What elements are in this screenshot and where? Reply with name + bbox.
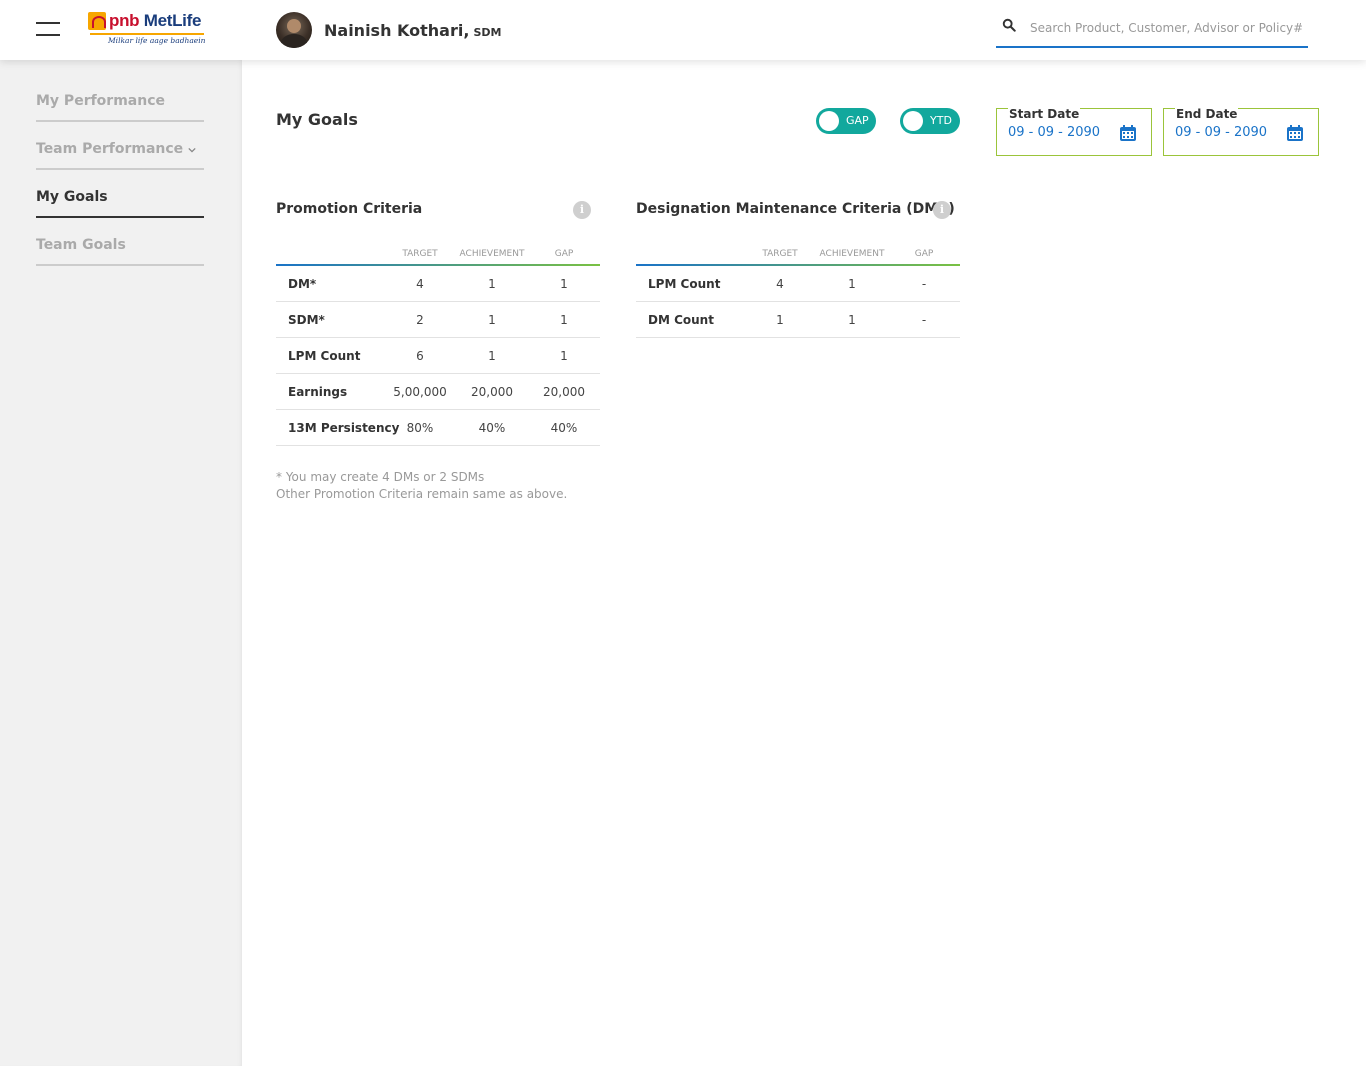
row-label: 13M Persistency xyxy=(288,421,400,435)
logo-tagline: Milkar life aage badhaein xyxy=(108,36,206,45)
achievement-cell: 1 xyxy=(488,313,496,327)
calendar-icon[interactable] xyxy=(1119,124,1137,142)
end-date-value[interactable]: 09 - 09 - 2090 xyxy=(1175,125,1267,140)
row-label: DM Count xyxy=(648,313,714,327)
gap-cell: 1 xyxy=(560,349,568,363)
column-header-gap: GAP xyxy=(554,249,574,259)
achievement-cell: 20,000 xyxy=(471,385,513,399)
logo-brand-prefix: pnb xyxy=(109,11,140,30)
gap-toggle[interactable]: GAP xyxy=(816,108,876,134)
start-date-field[interactable]: Start Date 09 - 09 - 2090 xyxy=(996,107,1152,156)
sidebar-item-label: Team Goals xyxy=(36,237,126,253)
end-date-field[interactable]: End Date 09 - 09 - 2090 xyxy=(1163,107,1319,156)
achievement-cell: 1 xyxy=(848,313,856,327)
gap-cell: - xyxy=(921,313,927,327)
table-row: LPM Count 6 1 1 xyxy=(276,338,600,374)
table-row: DM Count 1 1 - xyxy=(636,302,960,338)
info-icon[interactable]: i xyxy=(933,201,951,219)
table-row: SDM* 2 1 1 xyxy=(276,302,600,338)
dmc-title: Designation Maintenance Criteria (DMC) xyxy=(636,201,955,217)
calendar-icon[interactable] xyxy=(1286,124,1304,142)
start-date-value[interactable]: 09 - 09 - 2090 xyxy=(1008,125,1100,140)
table-row: DM* 4 1 1 xyxy=(276,266,600,302)
user-info: Nainish Kothari, SDM xyxy=(276,12,501,48)
top-header: pnb MetLife Milkar life aage badhaein Na… xyxy=(0,0,1366,60)
footnote-line-1: * You may create 4 DMs or 2 SDMs xyxy=(276,470,485,484)
column-header-gap: GAP xyxy=(914,249,934,259)
user-role: SDM xyxy=(473,25,502,39)
row-label: SDM* xyxy=(288,313,325,327)
hamburger-menu-icon[interactable] xyxy=(36,20,60,38)
toggle-label: YTD xyxy=(930,114,952,127)
target-cell: 4 xyxy=(416,277,424,291)
footnote-line-2: Other Promotion Criteria remain same as … xyxy=(276,487,568,501)
row-label: LPM Count xyxy=(288,349,361,363)
table-header: TARGET ACHIEVEMENT GAP xyxy=(636,246,960,264)
end-date-label: End Date xyxy=(1175,107,1239,121)
column-header-target: TARGET xyxy=(402,249,438,259)
promotion-footnote: * You may create 4 DMs or 2 SDMs Other P… xyxy=(276,469,567,503)
achievement-cell: 40% xyxy=(478,421,506,435)
target-cell: 4 xyxy=(776,277,784,291)
search-bar xyxy=(996,10,1308,48)
row-label: LPM Count xyxy=(648,277,721,291)
promotion-criteria-title: Promotion Criteria xyxy=(276,201,423,217)
column-header-target: TARGET xyxy=(762,249,798,259)
chevron-down-icon xyxy=(188,147,196,153)
pnb-metlife-logo[interactable]: pnb MetLife Milkar life aage badhaein xyxy=(88,10,208,50)
gap-cell: 1 xyxy=(560,313,568,327)
achievement-cell: 1 xyxy=(848,277,856,291)
target-cell: 1 xyxy=(776,313,784,327)
table-row: 13M Persistency 80% 40% 40% xyxy=(276,410,600,446)
search-input[interactable] xyxy=(1030,17,1302,39)
logo-mark-icon xyxy=(88,12,106,30)
sidebar-item-label: My Performance xyxy=(36,93,166,109)
sidebar-item-my-performance[interactable]: My Performance xyxy=(36,90,204,122)
sidebar-item-my-goals[interactable]: My Goals xyxy=(36,186,204,218)
row-label: DM* xyxy=(288,277,317,291)
target-cell: 80% xyxy=(406,421,434,435)
sidebar-item-team-goals[interactable]: Team Goals xyxy=(36,234,204,266)
toggle-knob xyxy=(819,111,839,131)
gap-cell: - xyxy=(921,277,927,291)
table-header: TARGET ACHIEVEMENT GAP xyxy=(276,246,600,264)
achievement-cell: 1 xyxy=(488,349,496,363)
user-name: Nainish Kothari, xyxy=(324,20,470,40)
page-title: My Goals xyxy=(276,110,358,129)
achievement-cell: 1 xyxy=(488,277,496,291)
sidebar: My Performance Team Performance My Goals… xyxy=(0,60,242,1066)
search-icon[interactable] xyxy=(1002,18,1016,32)
sidebar-item-label: Team Performance xyxy=(36,141,184,157)
target-cell: 2 xyxy=(416,313,424,327)
toggle-label: GAP xyxy=(846,114,869,127)
gap-cell: 40% xyxy=(550,421,578,435)
table-row: Earnings 5,00,000 20,000 20,000 xyxy=(276,374,600,410)
toggle-knob xyxy=(903,111,923,131)
target-cell: 6 xyxy=(416,349,424,363)
gap-cell: 1 xyxy=(560,277,568,291)
gap-cell: 20,000 xyxy=(543,385,585,399)
promotion-criteria-table: TARGET ACHIEVEMENT GAP DM* 4 1 1 SDM* 2 … xyxy=(276,246,600,446)
column-header-achievement: ACHIEVEMENT xyxy=(819,249,885,259)
info-icon[interactable]: i xyxy=(573,201,591,219)
sidebar-item-label: My Goals xyxy=(36,189,108,205)
avatar[interactable] xyxy=(276,12,312,48)
logo-underline xyxy=(90,33,204,35)
row-label: Earnings xyxy=(288,385,348,399)
table-row: LPM Count 4 1 - xyxy=(636,266,960,302)
logo-brand-name: MetLife xyxy=(143,11,202,30)
column-header-achievement: ACHIEVEMENT xyxy=(459,249,525,259)
ytd-toggle[interactable]: YTD xyxy=(900,108,960,134)
dmc-table: TARGET ACHIEVEMENT GAP LPM Count 4 1 - D… xyxy=(636,246,960,338)
start-date-label: Start Date xyxy=(1008,107,1081,121)
sidebar-item-team-performance[interactable]: Team Performance xyxy=(36,138,204,170)
target-cell: 5,00,000 xyxy=(393,385,447,399)
